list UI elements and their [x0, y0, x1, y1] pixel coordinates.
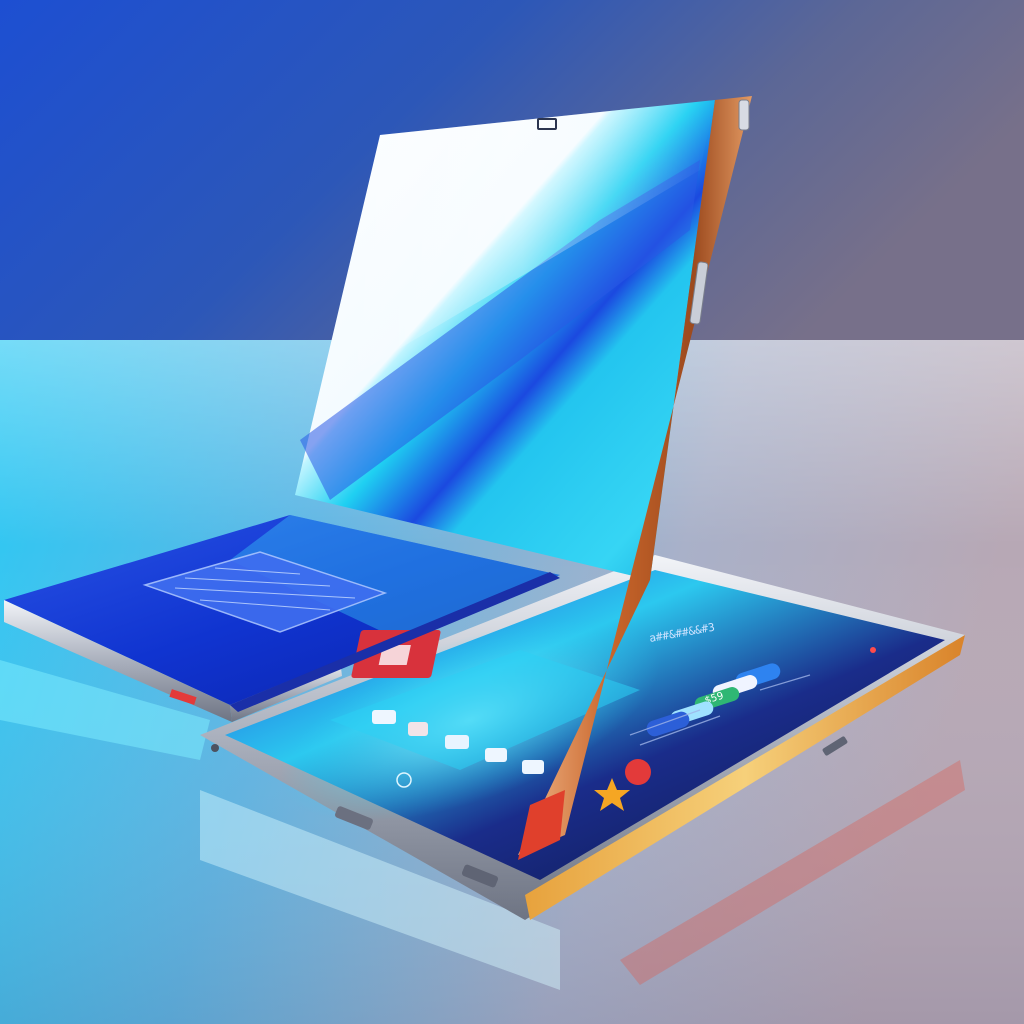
- headphone-jack: [211, 744, 219, 752]
- app-icon-1: [372, 710, 396, 724]
- red-notification-icon: [625, 759, 651, 785]
- app-icon-5: [522, 760, 544, 774]
- app-icon-3: [445, 735, 469, 749]
- top-button: [738, 99, 750, 131]
- app-icon-4: [485, 748, 507, 762]
- app-icon-2: [408, 722, 428, 736]
- scene-svg: a##&##&&#3 $59: [0, 0, 1024, 1024]
- status-dot-red: [870, 647, 876, 653]
- foldable-tablet-scene: a##&##&&#3 $59: [0, 0, 1024, 1024]
